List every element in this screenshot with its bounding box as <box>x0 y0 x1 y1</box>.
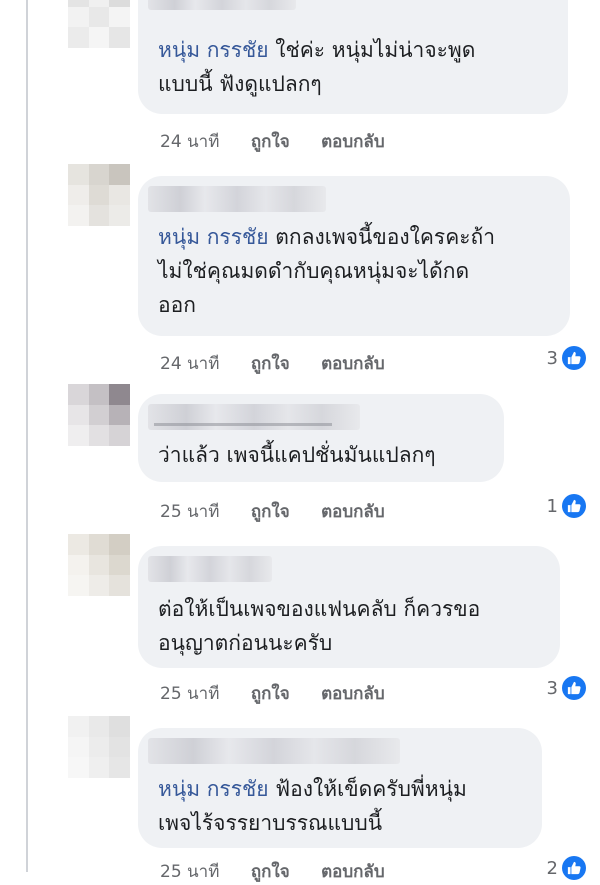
commenter-name-blurred[interactable] <box>148 738 400 764</box>
comment-bubble: ว่าแล้ว เพจนี้แคปชั่นมันแปลกๆ <box>138 394 504 482</box>
reaction-number: 2 <box>546 857 558 879</box>
avatar[interactable] <box>68 534 130 596</box>
reply-action[interactable]: ตอบกลับ <box>321 498 385 525</box>
reaction-count[interactable]: 1 <box>547 494 586 518</box>
reply-action[interactable]: ตอบกลับ <box>321 128 385 155</box>
comment-bubble: หนุ่ม กรรชัย ใช่ค่ะ หนุ่มไม่น่าจะพูด แบบ… <box>138 0 568 114</box>
like-action[interactable]: ถูกใจ <box>251 498 290 525</box>
like-action[interactable]: ถูกใจ <box>251 128 290 155</box>
reply-action[interactable]: ตอบกลับ <box>321 680 385 707</box>
comment-meta: 24 นาที ถูกใจ ตอบกลับ <box>160 350 411 377</box>
like-reaction-icon <box>562 676 586 700</box>
like-reaction-icon <box>562 346 586 370</box>
tagged-user-link[interactable]: หนุ่ม กรรชัย <box>158 225 269 249</box>
comment-time[interactable]: 25 นาที <box>160 498 219 525</box>
comment-text: ว่าแล้ว เพจนี้แคปชั่นมันแปลกๆ <box>158 443 436 467</box>
reaction-count[interactable]: 3 <box>547 346 586 370</box>
tagged-user-link[interactable]: หนุ่ม กรรชัย <box>158 38 269 62</box>
comment-text: ต่อให้เป็นเพจของแฟนคลับ ก็ควรขอ อนุญาตก่… <box>158 597 481 655</box>
commenter-name-blurred[interactable] <box>148 186 326 212</box>
comment-bubble: หนุ่ม กรรชัย ตกลงเพจนี้ของใครคะถ้า ไม่ใช… <box>138 176 570 336</box>
comment-meta: 25 นาที ถูกใจ ตอบกลับ <box>160 498 411 525</box>
comment-text: หนุ่ม กรรชัย ฟ้องให้เข็ดครับพี่หนุ่ม เพจ… <box>158 777 467 835</box>
like-reaction-icon <box>562 494 586 518</box>
like-action[interactable]: ถูกใจ <box>251 350 290 377</box>
comment-time[interactable]: 25 นาที <box>160 680 219 707</box>
commenter-name-blurred[interactable] <box>148 404 360 430</box>
comment-time[interactable]: 24 นาที <box>160 350 219 377</box>
reaction-number: 3 <box>546 347 558 369</box>
comment-meta: 25 นาที ถูกใจ ตอบกลับ <box>160 680 411 707</box>
tagged-user-link[interactable]: หนุ่ม กรรชัย <box>158 777 269 801</box>
like-action[interactable]: ถูกใจ <box>251 680 290 707</box>
reaction-count[interactable]: 3 <box>547 676 586 700</box>
reply-action[interactable]: ตอบกลับ <box>321 350 385 377</box>
comment-bubble: หนุ่ม กรรชัย ฟ้องให้เข็ดครับพี่หนุ่ม เพจ… <box>138 728 542 848</box>
avatar[interactable] <box>68 164 130 226</box>
commenter-name-blurred[interactable] <box>148 556 272 582</box>
reaction-number: 1 <box>546 495 558 517</box>
like-reaction-icon <box>562 856 586 880</box>
reaction-count[interactable]: 2 <box>547 856 586 880</box>
avatar[interactable] <box>68 0 130 48</box>
comment-meta: 24 นาที ถูกใจ ตอบกลับ <box>160 128 411 155</box>
comment-text: หนุ่ม กรรชัย ตกลงเพจนี้ของใครคะถ้า ไม่ใช… <box>158 225 496 317</box>
reaction-number: 3 <box>546 677 558 699</box>
comment-bubble: ต่อให้เป็นเพจของแฟนคลับ ก็ควรขอ อนุญาตก่… <box>138 546 560 668</box>
thread-line <box>26 0 28 872</box>
commenter-name-blurred[interactable] <box>148 0 296 10</box>
comment-time[interactable]: 24 นาที <box>160 128 219 155</box>
avatar[interactable] <box>68 716 130 778</box>
comment-text: หนุ่ม กรรชัย ใช่ค่ะ หนุ่มไม่น่าจะพูด แบบ… <box>158 38 476 96</box>
avatar[interactable] <box>68 384 130 446</box>
